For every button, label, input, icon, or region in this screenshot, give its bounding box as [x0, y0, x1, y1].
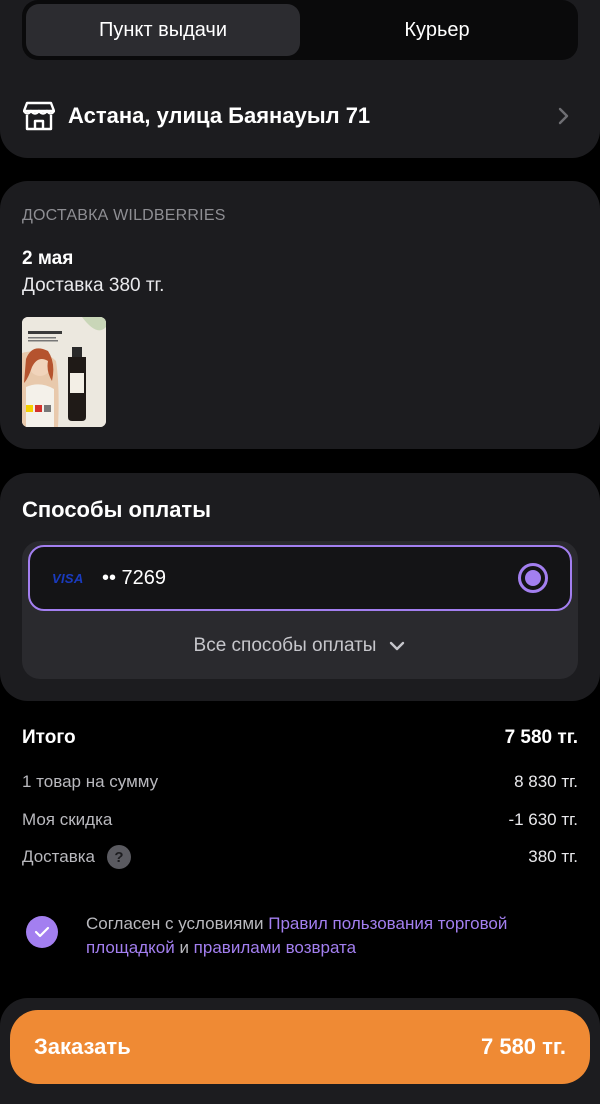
radio-dot-icon	[525, 570, 541, 586]
order-button-label: Заказать	[34, 1034, 131, 1059]
delivery-title: ДОСТАВКА WILDBERRIES	[22, 207, 226, 224]
order-button[interactable]: Заказать 7 580 тг.	[10, 1010, 590, 1084]
pickup-address: Астана, улица Баянауыл 71	[68, 103, 371, 128]
chevron-down-icon	[388, 637, 406, 655]
total-value: 7 580 тг.	[504, 727, 578, 748]
delivery-date: 2 мая	[22, 248, 74, 269]
order-button-amount: 7 580 тг.	[480, 1034, 566, 1059]
delivery-cost-label: Доставка	[22, 847, 96, 866]
discount-row: Моя скидка -1 630 тг.	[22, 807, 578, 833]
product-thumbnail[interactable]	[22, 317, 106, 427]
total-row: Итого 7 580 тг.	[22, 725, 578, 751]
checkmark-icon	[34, 926, 50, 938]
return-rules-link[interactable]: правилами возврата	[194, 938, 356, 957]
discount-label: Моя скидка	[22, 810, 113, 829]
terms-agreement: Согласен с условиями Правил пользования …	[26, 912, 556, 960]
terms-mid: и	[174, 938, 194, 957]
store-icon	[22, 99, 56, 133]
help-icon[interactable]: ?	[107, 845, 132, 869]
payment-title: Способы оплаты	[22, 497, 211, 522]
discount-value: -1 630 тг.	[508, 810, 578, 829]
payment-card: Способы оплаты VISA •• 7269 Все способы …	[0, 473, 600, 701]
items-sum-value: 8 830 тг.	[514, 772, 578, 791]
tab-pickup-point[interactable]: Пункт выдачи	[26, 4, 300, 56]
total-label: Итого	[22, 727, 76, 748]
terms-text: Согласен с условиями Правил пользования …	[86, 912, 556, 960]
items-sum-row: 1 товар на сумму 8 830 тг.	[22, 769, 578, 795]
pickup-address-row[interactable]: Астана, улица Баянауыл 71	[22, 98, 578, 134]
card-number: •• 7269	[102, 566, 167, 589]
delivery-price: Доставка 380 тг.	[22, 275, 165, 296]
tab-courier[interactable]: Курьер	[300, 4, 574, 56]
delivery-mode-switch: Пункт выдачи Курьер	[22, 0, 578, 60]
chevron-right-icon	[554, 106, 574, 126]
delivery-cost-value: 380 тг.	[528, 847, 578, 866]
all-payment-methods-label: Все способы оплаты	[193, 635, 377, 656]
visa-logo: VISA	[52, 570, 84, 586]
terms-prefix: Согласен с условиями	[86, 914, 269, 933]
payment-methods-box: VISA •• 7269 Все способы оплаты	[22, 541, 578, 679]
delivery-mode-card: Пункт выдачи Курьер	[0, 0, 600, 158]
terms-checkbox[interactable]	[26, 916, 58, 948]
items-sum-label: 1 товар на сумму	[22, 772, 159, 791]
delivery-cost-row: Доставка ? 380 тг.	[22, 844, 578, 870]
all-payment-methods-button[interactable]: Все способы оплаты	[22, 631, 578, 661]
delivery-card: ДОСТАВКА WILDBERRIES 2 мая Доставка 380 …	[0, 181, 600, 449]
saved-card-option[interactable]: VISA •• 7269	[28, 545, 572, 611]
card-radio-selected[interactable]	[518, 563, 548, 593]
